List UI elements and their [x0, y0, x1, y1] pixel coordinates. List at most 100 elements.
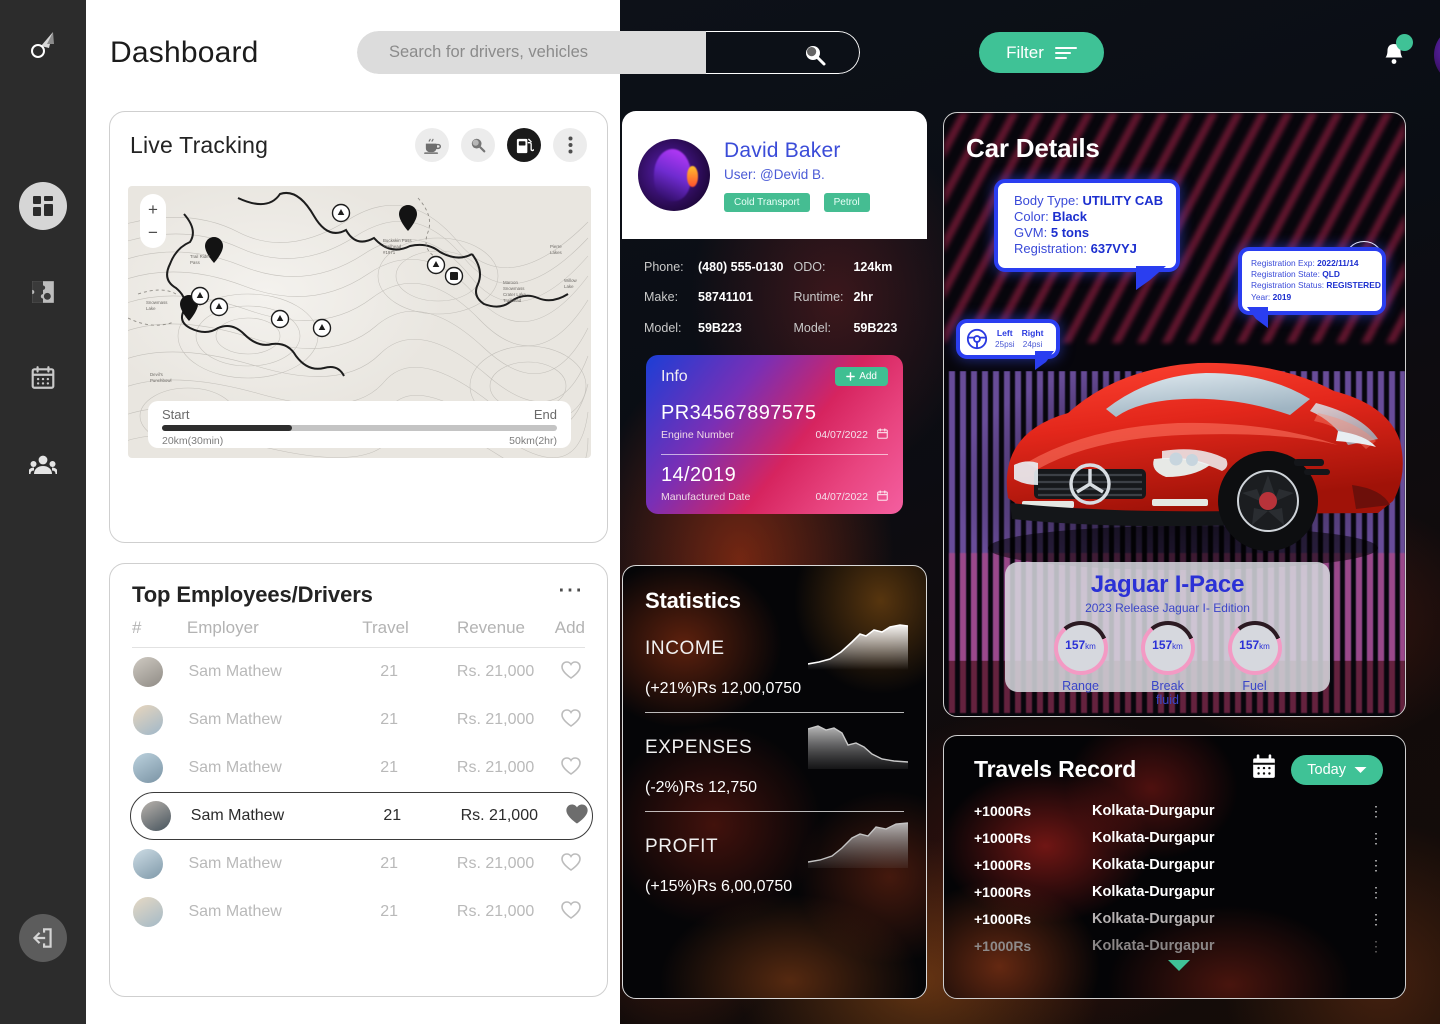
bubble-line-reg-exp: Registration Exp: 2022/11/14: [1251, 258, 1382, 269]
car-details-title: Car Details: [966, 133, 1100, 163]
gauge-number: 157: [1239, 638, 1260, 652]
travel-row-menu-button[interactable]: ⋮: [1369, 912, 1383, 926]
heart-outline-icon: [561, 852, 581, 871]
stat-expenses: EXPENSES (-2%)Rs 12,750: [645, 725, 908, 812]
filter-button[interactable]: Filter: [979, 32, 1104, 73]
row-travel: 21: [380, 903, 398, 920]
chevron-down-icon: [1354, 766, 1367, 773]
car-spec-bubble: Body Type: UTILITY CAB Color: Black GVM:…: [994, 179, 1180, 290]
registration-bubble: Registration Exp: 2022/11/14 Registratio…: [1238, 247, 1386, 328]
table-row[interactable]: Sam Mathew 21 Rs. 21,000: [132, 744, 585, 792]
top-employees-more-button[interactable]: ⋯: [557, 576, 585, 602]
row-revenue: Rs. 21,000: [460, 807, 538, 824]
travel-amount: +1000Rs: [974, 937, 1032, 954]
table-row[interactable]: Sam Mathew 21 Rs. 21,000: [132, 648, 585, 696]
row-favorite-button[interactable]: [560, 900, 584, 925]
sidebar-item-team[interactable]: [19, 440, 67, 488]
table-row[interactable]: Sam Mathew 21 Rs. 21,000: [132, 696, 585, 744]
bubble-line-gvm: GVM: 5 tons: [1014, 225, 1176, 241]
sidebar-item-integrations[interactable]: [19, 268, 67, 316]
notifications-button[interactable]: [1380, 34, 1413, 75]
avatar: [133, 897, 163, 927]
travel-row-menu-button[interactable]: ⋮: [1369, 885, 1383, 899]
svg-text:#1971: #1971: [383, 250, 396, 255]
travels-calendar-button[interactable]: [1251, 754, 1277, 785]
tire-left-value: 25psi: [995, 340, 1015, 349]
slider-start-value: 20km(30min): [162, 435, 224, 447]
bubble-value: 2022/11/14: [1317, 258, 1359, 268]
logout-button[interactable]: [19, 914, 67, 962]
calendar-icon: [877, 490, 888, 501]
row-favorite-button[interactable]: [564, 802, 592, 831]
column-header-index: #: [132, 618, 142, 637]
travels-expand-button[interactable]: [974, 959, 1383, 975]
puzzle-icon: [32, 281, 54, 303]
map-zoom-out-button[interactable]: −: [148, 224, 158, 241]
info-entry-value: PR34567897575: [661, 402, 817, 424]
row-favorite-button[interactable]: [560, 756, 584, 781]
statistics-card: Statistics INCOME (+21%)Rs 12,00,0750 EX…: [622, 565, 927, 999]
table-row[interactable]: Sam Mathew 21 Rs. 21,000: [132, 888, 585, 936]
row-avatar-cell: [133, 849, 188, 879]
info-entry-value: 14/2019: [661, 464, 737, 486]
user-avatar[interactable]: [1434, 26, 1440, 84]
heart-outline-icon: [561, 900, 581, 919]
vertical-dots-icon: [568, 136, 572, 154]
list-item[interactable]: +1000Rs Kolkata-Durgapur ⋮: [974, 878, 1383, 905]
search-input[interactable]: [375, 43, 815, 62]
coffee-break-button[interactable]: [415, 128, 449, 162]
avatar: [133, 657, 163, 687]
slider-track[interactable]: [162, 425, 557, 431]
more-options-button[interactable]: [553, 128, 587, 162]
slider-distance-labels: 20km(30min) 50km(2hr): [162, 435, 557, 447]
bubble-line-body-type: Body Type: UTILITY CAB: [1014, 193, 1176, 209]
bubble-value: 5 tons: [1050, 225, 1090, 240]
map-search-button[interactable]: [461, 128, 495, 162]
period-selector-button[interactable]: Today: [1291, 754, 1383, 785]
info-date-picker-button[interactable]: [877, 426, 888, 444]
list-item[interactable]: +1000Rs Kolkata-Durgapur ⋮: [974, 824, 1383, 851]
spec-model-left: Model: 59B223: [644, 321, 783, 347]
add-info-button[interactable]: Add: [835, 367, 888, 386]
bubble-key: Registration Status:: [1251, 280, 1325, 291]
sidebar-item-schedule[interactable]: [19, 354, 67, 402]
info-entry-manufactured: 14/2019 Manufactured Date 04/07/2022: [661, 464, 888, 506]
list-item[interactable]: +1000Rs Kolkata-Durgapur ⋮: [974, 851, 1383, 878]
fuel-station-button[interactable]: [507, 128, 541, 162]
income-sparkline-chart: [808, 624, 908, 670]
tag-cold-transport[interactable]: Cold Transport: [724, 192, 810, 212]
list-item[interactable]: +1000Rs Kolkata-Durgapur ⋮: [974, 932, 1383, 959]
spec-key: Model:: [644, 320, 682, 335]
row-favorite-button[interactable]: [560, 708, 584, 733]
search-submit-button[interactable]: [802, 42, 828, 73]
tag-petrol[interactable]: Petrol: [823, 192, 870, 212]
travel-row-menu-button[interactable]: ⋮: [1369, 939, 1383, 953]
search-box[interactable]: [357, 31, 860, 74]
travel-route: Kolkata-Durgapur: [1092, 937, 1215, 954]
table-row-selected[interactable]: Sam Mathew 21 Rs. 21,000: [130, 792, 593, 840]
tracking-map[interactable]: Trail Rider Pass Buckskin Pass Trailhead #1…: [128, 186, 591, 458]
svg-text:Trail Rider: Trail Rider: [190, 254, 211, 259]
row-favorite-button[interactable]: [560, 852, 584, 877]
travel-row-menu-button[interactable]: ⋮: [1369, 831, 1383, 845]
svg-text:Lake: Lake: [564, 284, 574, 289]
info-date-picker-button[interactable]: [877, 488, 888, 506]
travel-row-menu-button[interactable]: ⋮: [1369, 858, 1383, 872]
travel-row-menu-button[interactable]: ⋮: [1369, 804, 1383, 818]
add-info-label: Add: [859, 371, 877, 382]
period-label: Today: [1307, 761, 1346, 778]
map-zoom-in-button[interactable]: +: [148, 201, 158, 218]
row-travel: 21: [380, 759, 398, 776]
calendar-icon: [877, 428, 888, 439]
table-row[interactable]: Sam Mathew 21 Rs. 21,000: [132, 840, 585, 888]
expenses-sparkline-chart: [808, 725, 908, 769]
app-logo[interactable]: [19, 22, 67, 70]
dashboard-grid-icon: [33, 196, 53, 216]
list-item[interactable]: +1000Rs Kolkata-Durgapur ⋮: [974, 905, 1383, 932]
caret-down-icon: [1167, 960, 1190, 971]
bubble-line-registration: Registration: 637VYJ: [1014, 241, 1176, 257]
row-favorite-button[interactable]: [560, 660, 584, 685]
sidebar-item-dashboard[interactable]: [19, 182, 67, 230]
row-revenue: Rs. 21,000: [456, 711, 535, 728]
list-item[interactable]: +1000Rs Kolkata-Durgapur ⋮: [974, 797, 1383, 824]
